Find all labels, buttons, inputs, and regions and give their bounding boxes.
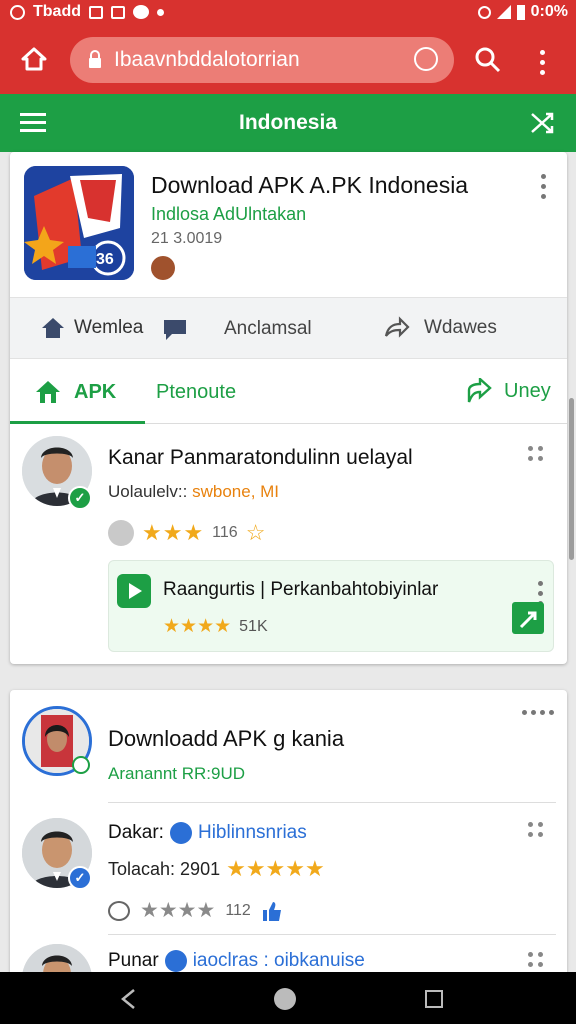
app-menu-icon[interactable] [540, 174, 546, 199]
verified-badge-icon: ✓ [68, 866, 92, 890]
promo-rating-row: ★★★★ 51K [163, 615, 268, 638]
app-logo-icon: 36 [24, 166, 134, 280]
verified-icon [169, 822, 192, 844]
tab-bar: APK Ptenoute Uney [10, 360, 567, 424]
person-line2: Tolacah: 2901 [108, 858, 221, 879]
reviewer-tag: swbone, MI [192, 482, 280, 501]
app-meta: 21 3.0019 [151, 230, 223, 247]
notification-icon [89, 5, 103, 19]
share-icon [384, 316, 410, 338]
status-bar: Tbadd 0:0% [0, 0, 576, 26]
review-count: 116 [212, 524, 238, 541]
dot-icon [157, 8, 164, 16]
tab-apk[interactable]: APK [10, 360, 145, 424]
thumbs-up-icon[interactable] [261, 900, 283, 922]
app-card: 36 Download APK A.PK Indonesia Indlosa A… [10, 152, 567, 664]
verified-icon [164, 950, 187, 972]
action-row: Wemlea Anclamsal Wdawes [10, 297, 567, 359]
download-icon[interactable] [511, 601, 545, 635]
featured-card: Downloadd APK g kania Aranannt RR:9UD ✓ … [10, 690, 567, 1014]
home-button-icon[interactable] [274, 988, 296, 1010]
person-stars: ★★★★★ [226, 856, 325, 881]
empty-star-icon[interactable]: ☆ [246, 520, 266, 546]
share-arrow-icon [467, 378, 492, 403]
person-tag[interactable]: Hiblinnsnrias [198, 822, 307, 844]
person2-name[interactable]: Punar [108, 950, 159, 972]
tab-ptenoute[interactable]: Ptenoute [156, 381, 236, 404]
page-title: Indonesia [238, 111, 338, 134]
browser-toolbar: Ibaavnbddalotorrian [0, 26, 576, 94]
status-app-icon [10, 4, 25, 20]
recents-icon[interactable] [425, 990, 443, 1008]
house-icon [42, 318, 64, 338]
battery-icon [516, 5, 525, 20]
action-label-2[interactable]: Anclamsal [224, 318, 312, 340]
url-text: Ibaavnbddalotorrian [114, 48, 300, 71]
person-name[interactable]: Dakar: [108, 822, 164, 844]
lock-icon [89, 50, 101, 68]
featured-title: Downloadd APK g kania [108, 726, 345, 751]
browser-menu-icon[interactable] [539, 50, 545, 75]
back-icon[interactable] [118, 988, 140, 1010]
tab-label-apk: APK [74, 381, 117, 403]
divider [108, 802, 556, 803]
action-button-1[interactable]: Wemlea [40, 316, 143, 340]
promo-rating: 51K [239, 617, 268, 635]
signal-icon [496, 5, 511, 19]
review-menu-icon[interactable] [528, 446, 543, 461]
action-label-3: Wdawes [424, 317, 497, 338]
shuffle-icon[interactable] [530, 111, 556, 135]
small-avatar[interactable] [108, 520, 134, 546]
featured-subtitle: Aranannt RR:9UD [108, 764, 246, 783]
person2-name-row: Punar iaoclras : oibkanuise [108, 950, 365, 972]
image-icon [111, 5, 125, 19]
status-right-text: 0:0% [530, 3, 568, 20]
svg-text:36: 36 [96, 251, 114, 268]
featured-menu-icon[interactable] [522, 710, 554, 715]
person-menu-icon[interactable] [528, 822, 543, 837]
person-rating-row: Tolacah: 2901 ★★★★★ [108, 856, 325, 882]
action-button-3[interactable]: Wdawes [382, 316, 497, 340]
person-count: 112 [225, 901, 251, 919]
action-label-1: Wemlea [74, 317, 144, 338]
tab-uney[interactable]: Uney [466, 378, 551, 404]
promo-stars: ★★★★ [163, 616, 232, 637]
person-stats-row: ★★★★ 112 [108, 898, 283, 923]
app-bar: Indonesia [0, 94, 576, 152]
reviewer-name[interactable]: Kanar Panmaratondulinn uelayal [108, 446, 413, 470]
app-icon[interactable]: 36 [24, 166, 134, 280]
verified-badge-icon: ✓ [68, 486, 92, 510]
grey-stars: ★★★★ [140, 899, 216, 922]
divider [108, 934, 556, 935]
shield-icon[interactable] [414, 47, 438, 71]
message-icon [133, 5, 149, 19]
reviewer-handle-row: Uolaulelv:: swbone, MI [108, 482, 279, 502]
star-rating: ★★★ [142, 520, 205, 545]
refresh-icon[interactable] [108, 900, 130, 921]
scrollbar[interactable] [569, 398, 574, 560]
play-icon [117, 574, 151, 608]
tab-label-uney: Uney [504, 379, 551, 402]
system-nav-bar [0, 972, 576, 1024]
alarm-icon [477, 5, 491, 19]
online-indicator-icon [72, 756, 90, 774]
promo-title: Raangurtis | Perkanbahtobiyinlar [163, 579, 439, 600]
home-icon[interactable] [20, 46, 48, 72]
comment-icon[interactable] [162, 318, 188, 342]
person-name-row: Dakar: Hiblinnsnrias [108, 822, 307, 844]
person2-menu-icon[interactable] [528, 952, 543, 967]
app-title: Download APK A.PK Indonesia [151, 172, 469, 198]
promo-card[interactable]: Raangurtis | Perkanbahtobiyinlar ★★★★ 51… [108, 560, 554, 652]
review-rating-row: ★★★ 116 ☆ [108, 520, 265, 546]
status-left-text: Tbadd [33, 3, 81, 20]
developer-avatar[interactable] [151, 256, 175, 280]
person2-tag[interactable]: iaoclras : oibkanuise [193, 950, 365, 972]
search-icon[interactable] [474, 46, 502, 74]
app-subtitle[interactable]: Indlosa AdUlntakan [151, 204, 306, 225]
home-icon [36, 381, 60, 403]
reviewer-handle: Uolaulelv:: [108, 482, 188, 501]
url-bar[interactable]: Ibaavnbddalotorrian [70, 37, 454, 83]
